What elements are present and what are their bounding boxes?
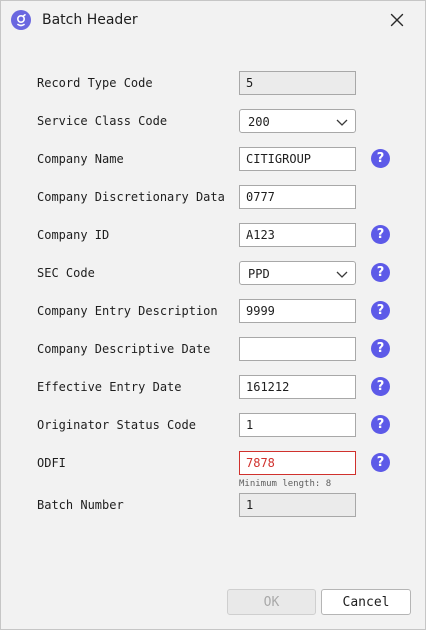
service-class-code-label: Service Class Code [37,114,168,128]
company-name-label: Company Name [37,152,124,166]
company-entry-description-help-icon[interactable]: ? [371,301,390,320]
odfi-validation-hint: Minimum length: 8 [239,479,332,489]
app-logo-icon [11,10,31,30]
effective-entry-date-field[interactable] [239,375,356,399]
company-descriptive-date-help-icon[interactable]: ? [371,339,390,358]
company-descriptive-date-field[interactable] [239,337,356,361]
sec-code-value: PPD [248,267,270,281]
dialog-title: Batch Header [42,12,138,28]
originator-status-code-label: Originator Status Code [37,418,196,432]
cancel-button[interactable]: Cancel [321,589,411,615]
company-discretionary-data-label: Company Discretionary Data [37,190,225,204]
record-type-code-label: Record Type Code [37,76,153,90]
service-class-code-select[interactable]: 200 [239,109,356,133]
originator-status-code-field[interactable] [239,413,356,437]
ok-button[interactable]: OK [227,589,316,615]
title-bar: Batch Header [1,1,425,39]
batch-number-label: Batch Number [37,498,124,512]
sec-code-label: SEC Code [37,266,95,280]
odfi-label: ODFI [37,456,66,470]
effective-entry-date-label: Effective Entry Date [37,380,182,394]
company-entry-description-field[interactable] [239,299,356,323]
company-id-label: Company ID [37,228,110,242]
company-id-field[interactable] [239,223,356,247]
close-icon[interactable] [387,10,407,30]
company-entry-description-label: Company Entry Description [37,304,218,318]
effective-entry-date-help-icon[interactable]: ? [371,377,390,396]
sec-code-help-icon[interactable]: ? [371,263,390,282]
batch-header-dialog: Batch Header Record Type Code Service Cl… [0,0,426,630]
company-name-field[interactable] [239,147,356,171]
company-name-help-icon[interactable]: ? [371,149,390,168]
odfi-field[interactable] [239,451,356,475]
odfi-help-icon[interactable]: ? [371,453,390,472]
chevron-down-icon [336,119,348,126]
batch-number-field[interactable] [239,493,356,517]
originator-status-code-help-icon[interactable]: ? [371,415,390,434]
service-class-code-value: 200 [248,115,270,129]
sec-code-select[interactable]: PPD [239,261,356,285]
record-type-code-field[interactable] [239,71,356,95]
company-descriptive-date-label: Company Descriptive Date [37,342,211,356]
chevron-down-icon [336,271,348,278]
company-id-help-icon[interactable]: ? [371,225,390,244]
company-discretionary-data-field[interactable] [239,185,356,209]
